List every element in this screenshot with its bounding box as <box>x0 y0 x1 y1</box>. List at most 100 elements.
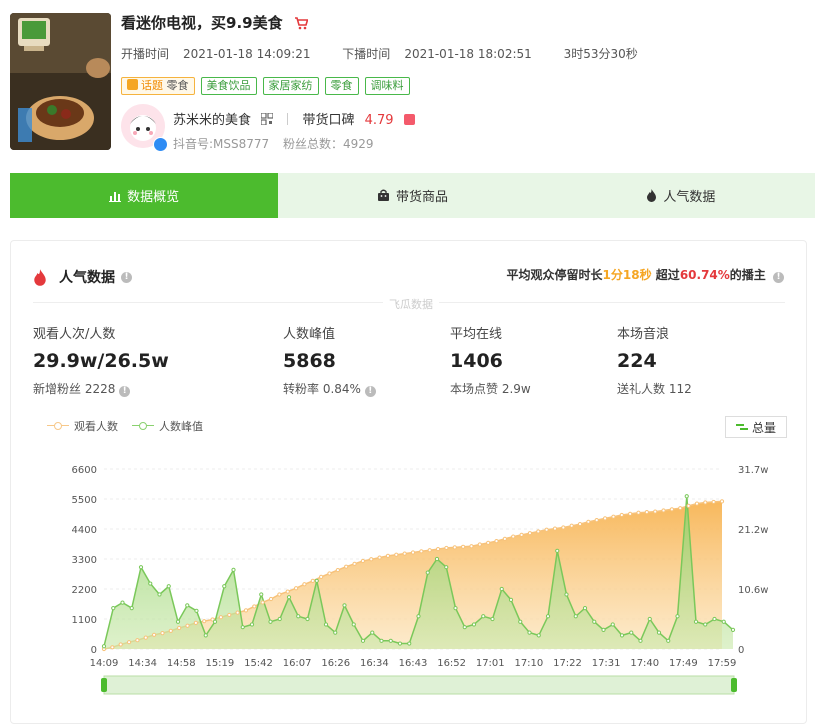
data-point[interactable] <box>499 586 504 592</box>
data-point[interactable] <box>310 578 315 583</box>
data-point[interactable] <box>564 592 569 597</box>
data-point[interactable] <box>545 614 551 619</box>
range-slider[interactable] <box>101 675 737 695</box>
data-point[interactable] <box>148 581 153 586</box>
data-point[interactable] <box>379 638 384 643</box>
data-point[interactable] <box>712 616 717 622</box>
data-point[interactable] <box>277 592 282 597</box>
data-point[interactable] <box>118 642 123 647</box>
data-point[interactable] <box>277 616 282 622</box>
data-point[interactable] <box>519 532 524 537</box>
slider-handle-left[interactable] <box>101 678 107 692</box>
data-point[interactable] <box>259 592 264 597</box>
data-point[interactable] <box>594 518 599 523</box>
data-point[interactable] <box>486 540 491 545</box>
data-point[interactable] <box>653 509 658 514</box>
data-point[interactable] <box>240 625 245 630</box>
data-point[interactable] <box>212 619 218 624</box>
data-point[interactable] <box>502 536 507 541</box>
data-point[interactable] <box>351 622 356 627</box>
data-point[interactable] <box>569 523 574 528</box>
data-point[interactable] <box>536 529 541 534</box>
data-point[interactable] <box>636 510 641 515</box>
data-point[interactable] <box>388 638 393 643</box>
data-point[interactable] <box>669 507 674 512</box>
data-point[interactable] <box>268 596 274 602</box>
data-point[interactable] <box>461 544 466 549</box>
data-point[interactable] <box>703 500 708 505</box>
data-point[interactable] <box>193 620 198 625</box>
data-point[interactable] <box>462 625 467 630</box>
data-point[interactable] <box>126 640 132 645</box>
data-point[interactable] <box>511 534 516 539</box>
data-point[interactable] <box>185 603 190 608</box>
data-point[interactable] <box>143 635 148 640</box>
data-point[interactable] <box>110 645 115 650</box>
data-point[interactable] <box>711 499 716 505</box>
data-point[interactable] <box>469 544 474 549</box>
data-point[interactable] <box>552 526 558 531</box>
data-point[interactable] <box>323 622 329 627</box>
data-point[interactable] <box>444 565 449 570</box>
data-point[interactable] <box>582 605 588 611</box>
data-point[interactable] <box>444 545 449 551</box>
data-point[interactable] <box>166 584 171 589</box>
data-point[interactable] <box>152 632 157 637</box>
data-point[interactable] <box>419 549 424 554</box>
data-point[interactable] <box>494 539 499 544</box>
data-point[interactable] <box>286 595 292 600</box>
data-point[interactable] <box>577 521 583 527</box>
data-point[interactable] <box>471 622 477 627</box>
data-point[interactable] <box>452 545 457 550</box>
data-point[interactable] <box>305 616 310 622</box>
data-point[interactable] <box>536 633 541 638</box>
data-point[interactable] <box>425 570 430 575</box>
data-point[interactable] <box>693 619 699 624</box>
slider-handle-right[interactable] <box>731 678 737 692</box>
data-point[interactable] <box>235 610 240 615</box>
data-point[interactable] <box>293 586 299 591</box>
data-point[interactable] <box>302 582 307 587</box>
data-point[interactable] <box>416 614 421 619</box>
data-point[interactable] <box>427 548 432 553</box>
data-point[interactable] <box>610 622 615 627</box>
data-point[interactable] <box>120 600 125 605</box>
data-point[interactable] <box>218 615 224 620</box>
data-point[interactable] <box>168 628 173 633</box>
data-point[interactable] <box>638 638 643 643</box>
data-point[interactable] <box>202 619 207 624</box>
data-point[interactable] <box>101 644 107 649</box>
data-point[interactable] <box>694 501 700 506</box>
data-point[interactable] <box>327 571 332 576</box>
data-point[interactable] <box>185 623 190 628</box>
data-point[interactable] <box>453 605 458 611</box>
data-point[interactable] <box>397 641 403 646</box>
data-point[interactable] <box>527 630 532 635</box>
data-point[interactable] <box>586 519 591 524</box>
data-point[interactable] <box>555 548 560 553</box>
data-point[interactable] <box>477 542 482 547</box>
data-point[interactable] <box>129 605 134 611</box>
data-point[interactable] <box>644 510 649 515</box>
data-point[interactable] <box>490 616 495 622</box>
data-point[interactable] <box>730 627 736 633</box>
data-point[interactable] <box>385 553 391 558</box>
data-point[interactable] <box>285 589 290 594</box>
data-point[interactable] <box>628 511 633 516</box>
data-point[interactable] <box>629 630 634 635</box>
data-point[interactable] <box>203 633 208 638</box>
data-point[interactable] <box>619 633 625 638</box>
data-point[interactable] <box>157 592 162 597</box>
data-point[interactable] <box>360 638 366 643</box>
data-point[interactable] <box>249 622 255 627</box>
data-point[interactable] <box>527 531 533 536</box>
data-point[interactable] <box>222 584 227 589</box>
data-point[interactable] <box>678 506 683 511</box>
data-point[interactable] <box>260 600 265 605</box>
data-point[interactable] <box>394 552 399 557</box>
data-point[interactable] <box>407 641 412 646</box>
data-point[interactable] <box>352 561 357 566</box>
data-point[interactable] <box>335 567 340 573</box>
data-point[interactable] <box>227 612 232 618</box>
data-point[interactable] <box>314 578 319 583</box>
